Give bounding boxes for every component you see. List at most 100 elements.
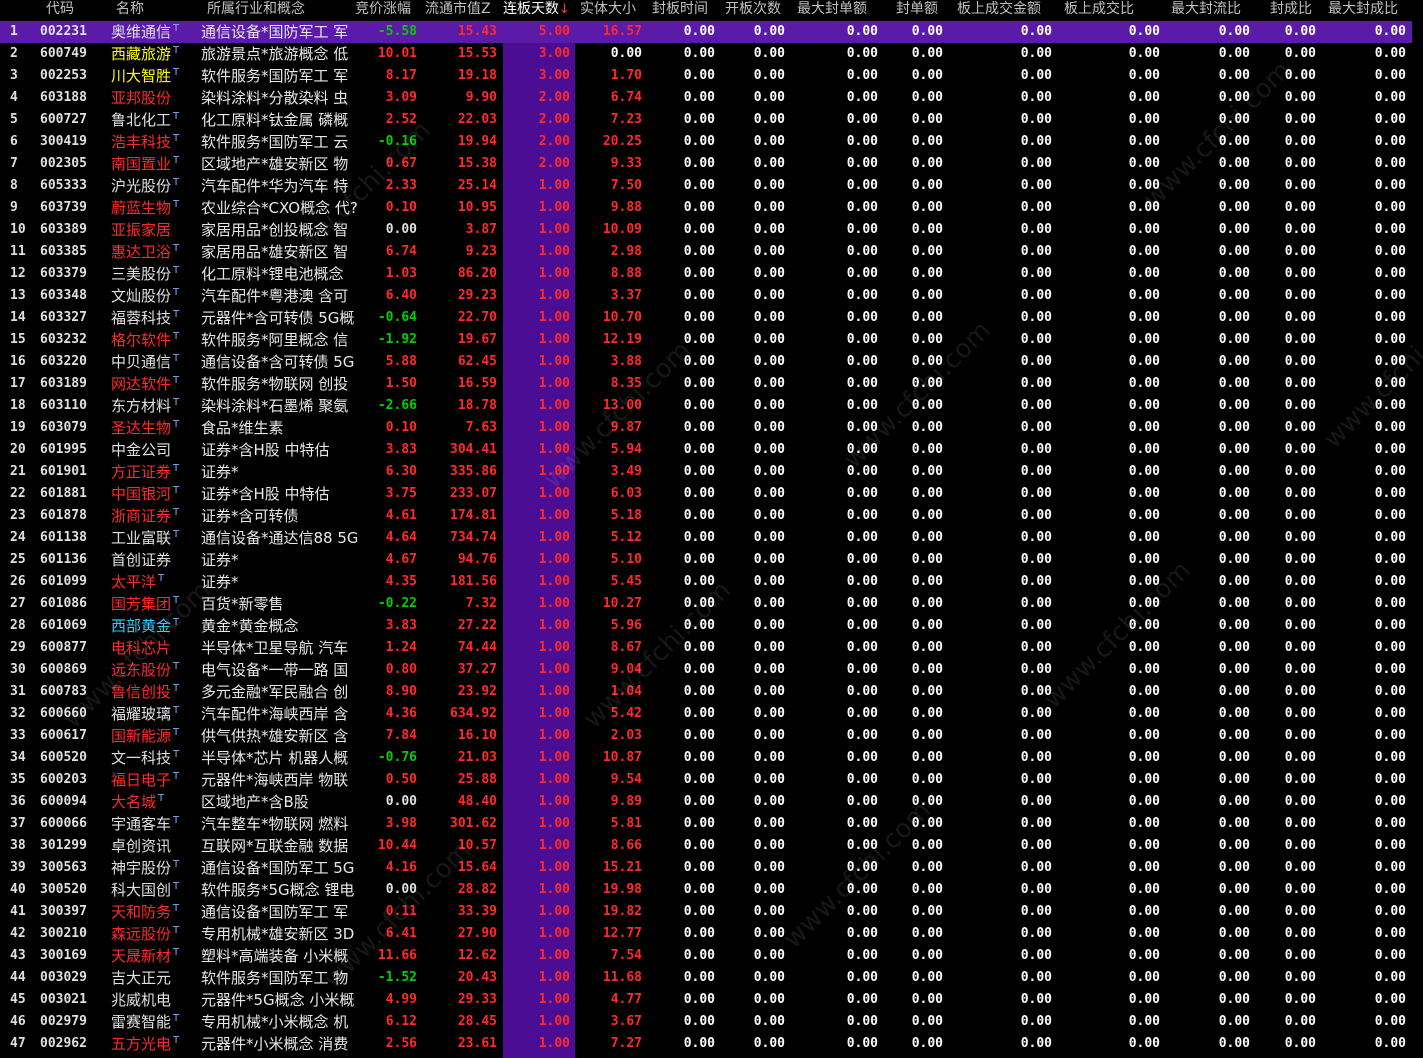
stock-code[interactable]: 601881 bbox=[40, 483, 87, 505]
header-code[interactable]: 代码 bbox=[46, 0, 74, 21]
table-row[interactable]: 4 603188 亚邦股份 染料涂料*分散染料 虫 3.09 9.90 2.00 6.74 0.… bbox=[0, 87, 1423, 109]
stock-name[interactable]: 文一科技 T bbox=[111, 747, 179, 769]
table-row[interactable]: 2 600749 西藏旅游 T 旅游景点*旅游概念 低 10.01 15.53 3.00 0.0… bbox=[0, 43, 1423, 65]
stock-name[interactable]: 卓创资讯 bbox=[111, 835, 171, 857]
stock-name[interactable]: 浩丰科技 T bbox=[111, 131, 179, 153]
table-row[interactable]: 1 002231 奥维通信 T 通信设备*国防军工 军 -5.58 15.43 5.00 16.… bbox=[0, 21, 1423, 43]
table-row[interactable]: 19 603079 圣达生物 T 食品*维生素 0.10 7.63 1.00 9.87 0.00 0… bbox=[0, 417, 1423, 439]
header-name[interactable]: 名称 bbox=[116, 0, 144, 21]
stock-name[interactable]: 科大国创 T bbox=[111, 879, 179, 901]
table-row[interactable]: 23 601878 浙商证券 T 证券*含可转债 4.61 174.81 1.00 5.18 0.… bbox=[0, 505, 1423, 527]
stock-code[interactable]: 601099 bbox=[40, 571, 87, 593]
table-row[interactable]: 39 300563 神宇股份 T 通信设备*国防军工 5G 4.16 15.64 1.00 15… bbox=[0, 857, 1423, 879]
stock-name[interactable]: 森远股份 T bbox=[111, 923, 179, 945]
table-row[interactable]: 17 603189 网达软件 T 软件服务*物联网 创投 1.50 16.59 1.00 8.3… bbox=[0, 373, 1423, 395]
table-row[interactable]: 20 601995 中金公司 证券*含H股 中特估 3.83 304.41 1.00 5.94… bbox=[0, 439, 1423, 461]
stock-code[interactable]: 600520 bbox=[40, 747, 87, 769]
table-row[interactable]: 11 603385 惠达卫浴 T 家居用品*雄安新区 智 6.74 9.23 1.00 2.98… bbox=[0, 241, 1423, 263]
header-max-seal-ratio[interactable]: 最大封成比 bbox=[1328, 0, 1398, 21]
table-row[interactable]: 30 600869 远东股份 T 电气设备*一带一路 国 0.80 37.27 1.00 9.0… bbox=[0, 659, 1423, 681]
header-seal-ratio[interactable]: 封成比 bbox=[1270, 0, 1312, 21]
header-industry[interactable]: 所属行业和概念 bbox=[207, 0, 305, 21]
stock-name[interactable]: 南国置业 T bbox=[111, 153, 179, 175]
header-body-size[interactable]: 实体大小 bbox=[580, 0, 636, 21]
stock-code[interactable]: 601138 bbox=[40, 527, 87, 549]
stock-code[interactable]: 603348 bbox=[40, 285, 87, 307]
stock-code[interactable]: 603220 bbox=[40, 351, 87, 373]
table-row[interactable]: 22 601881 中国银河 T 证券*含H股 中特估 3.75 233.07 1.00 6.0… bbox=[0, 483, 1423, 505]
header-seal-amount[interactable]: 封单额 bbox=[896, 0, 938, 21]
header-limit-turnover[interactable]: 板上成交金额 bbox=[957, 0, 1041, 21]
stock-name[interactable]: 网达软件 T bbox=[111, 373, 179, 395]
stock-name[interactable]: 吉大正元 bbox=[111, 967, 171, 989]
stock-name[interactable]: 惠达卫浴 T bbox=[111, 241, 179, 263]
stock-name[interactable]: 中贝通信 T bbox=[111, 351, 179, 373]
table-row[interactable]: 32 600660 福耀玻璃 T 汽车配件*海峡西岸 含 4.36 634.92 1.00 5.… bbox=[0, 703, 1423, 725]
stock-name[interactable]: 国新能源 T bbox=[111, 725, 179, 747]
table-row[interactable]: 46 002979 雷赛智能 T 专用机械*小米概念 机 6.12 28.45 1.00 3.6… bbox=[0, 1011, 1423, 1033]
table-row[interactable]: 24 601138 工业富联 T 通信设备*通达信88 5G 4.64 734.74 1.00… bbox=[0, 527, 1423, 549]
header-float-cap[interactable]: 流通市值Z bbox=[425, 0, 491, 21]
stock-code[interactable]: 603079 bbox=[40, 417, 87, 439]
table-row[interactable]: 3 002253 川大智胜 T 软件服务*国防军工 军 8.17 19.18 3.00 1.70… bbox=[0, 65, 1423, 87]
table-row[interactable]: 18 603110 东方材料 T 染料涂料*石墨烯 聚氨 -2.66 18.78 1.00 13… bbox=[0, 395, 1423, 417]
stock-code[interactable]: 603379 bbox=[40, 263, 87, 285]
stock-code[interactable]: 603189 bbox=[40, 373, 87, 395]
stock-code[interactable]: 301299 bbox=[40, 835, 87, 857]
stock-code[interactable]: 600203 bbox=[40, 769, 87, 791]
stock-name[interactable]: 雷赛智能 T bbox=[111, 1011, 179, 1033]
stock-name[interactable]: 圣达生物 T bbox=[111, 417, 179, 439]
table-row[interactable]: 10 603389 亚振家居 家居用品*创投概念 智 0.00 3.87 1.00 10.09… bbox=[0, 219, 1423, 241]
table-row[interactable]: 14 603327 福蓉科技 T 元器件*含可转债 5G概 -0.64 22.70 1.00 1… bbox=[0, 307, 1423, 329]
stock-name[interactable]: 福日电子 T bbox=[111, 769, 179, 791]
header-seal-time[interactable]: 封板时间 bbox=[652, 0, 708, 21]
table-row[interactable]: 25 601136 首创证券 证券* 4.67 94.76 1.00 5.10 0.00 0.00… bbox=[0, 549, 1423, 571]
stock-code[interactable]: 600066 bbox=[40, 813, 87, 835]
table-row[interactable]: 37 600066 宇通客车 T 汽车整车*物联网 燃料 3.98 301.62 1.00 5.… bbox=[0, 813, 1423, 835]
table-row[interactable]: 13 603348 文灿股份 T 汽车配件*粤港澳 含可 6.40 29.23 1.00 3.3… bbox=[0, 285, 1423, 307]
stock-name[interactable]: 天和防务 T bbox=[111, 901, 179, 923]
stock-name[interactable]: 方正证券 T bbox=[111, 461, 179, 483]
stock-code[interactable]: 603188 bbox=[40, 87, 87, 109]
header-auction-change[interactable]: 竞价涨幅 bbox=[355, 0, 411, 21]
stock-name[interactable]: 中国银河 T bbox=[111, 483, 179, 505]
stock-name[interactable]: 福耀玻璃 T bbox=[111, 703, 179, 725]
table-row[interactable]: 9 603739 蔚蓝生物 T 农业综合*CXO概念 代? 0.10 10.95 1.00 9.… bbox=[0, 197, 1423, 219]
stock-code[interactable]: 300210 bbox=[40, 923, 87, 945]
table-row[interactable]: 21 601901 方正证券 T 证券* 6.30 335.86 1.00 3.49 0.00 0.… bbox=[0, 461, 1423, 483]
table-row[interactable]: 16 603220 中贝通信 T 通信设备*含可转债 5G 5.88 62.45 1.00 3.… bbox=[0, 351, 1423, 373]
stock-name[interactable]: 福蓉科技 T bbox=[111, 307, 179, 329]
stock-name[interactable]: 工业富联 T bbox=[111, 527, 179, 549]
stock-name[interactable]: 太平洋 T bbox=[111, 571, 164, 593]
stock-code[interactable]: 300563 bbox=[40, 857, 87, 879]
stock-code[interactable]: 603385 bbox=[40, 241, 87, 263]
stock-name[interactable]: 五方光电 T bbox=[111, 1033, 179, 1055]
table-row[interactable]: 36 600094 大名城 T 区域地产*含B股 0.00 48.40 1.00 9.89 0.0… bbox=[0, 791, 1423, 813]
stock-code[interactable]: 603327 bbox=[40, 307, 87, 329]
stock-name[interactable]: 奥维通信 T bbox=[111, 21, 179, 43]
table-row[interactable]: 34 600520 文一科技 T 半导体*芯片 机器人概 -0.76 21.03 1.00 10… bbox=[0, 747, 1423, 769]
header-max-seal-float-ratio[interactable]: 最大封流比 bbox=[1171, 0, 1241, 21]
stock-code[interactable]: 603389 bbox=[40, 219, 87, 241]
stock-code[interactable]: 002979 bbox=[40, 1011, 87, 1033]
stock-name[interactable]: 沪光股份 T bbox=[111, 175, 179, 197]
stock-code[interactable]: 300169 bbox=[40, 945, 87, 967]
stock-code[interactable]: 603110 bbox=[40, 395, 87, 417]
stock-name[interactable]: 格尔软件 T bbox=[111, 329, 179, 351]
table-row[interactable]: 15 603232 格尔软件 T 软件服务*阿里概念 信 -1.92 19.67 1.00 12… bbox=[0, 329, 1423, 351]
table-row[interactable]: 44 003029 吉大正元 软件服务*国防军工 物 -1.52 20.43 1.00 11.… bbox=[0, 967, 1423, 989]
table-row[interactable]: 45 003021 兆威机电 元器件*5G概念 小米概 4.99 29.33 1.00 4.7… bbox=[0, 989, 1423, 1011]
table-row[interactable]: 40 300520 科大国创 T 软件服务*5G概念 锂电 0.00 28.82 1.00 19… bbox=[0, 879, 1423, 901]
stock-name[interactable]: 宇通客车 T bbox=[111, 813, 179, 835]
stock-code[interactable]: 601086 bbox=[40, 593, 87, 615]
stock-code[interactable]: 002305 bbox=[40, 153, 87, 175]
stock-code[interactable]: 603232 bbox=[40, 329, 87, 351]
stock-code[interactable]: 300520 bbox=[40, 879, 87, 901]
stock-name[interactable]: 浙商证券 T bbox=[111, 505, 179, 527]
stock-code[interactable]: 603739 bbox=[40, 197, 87, 219]
stock-code[interactable]: 600727 bbox=[40, 109, 87, 131]
table-row[interactable]: 29 600877 电科芯片 半导体*卫星导航 汽车 1.24 74.44 1.00 8.67… bbox=[0, 637, 1423, 659]
stock-name[interactable]: 西藏旅游 T bbox=[111, 43, 179, 65]
table-row[interactable]: 47 002962 五方光电 T 元器件*小米概念 消费 2.56 23.61 1.00 7.2… bbox=[0, 1033, 1423, 1055]
stock-name[interactable]: 首创证券 bbox=[111, 549, 171, 571]
